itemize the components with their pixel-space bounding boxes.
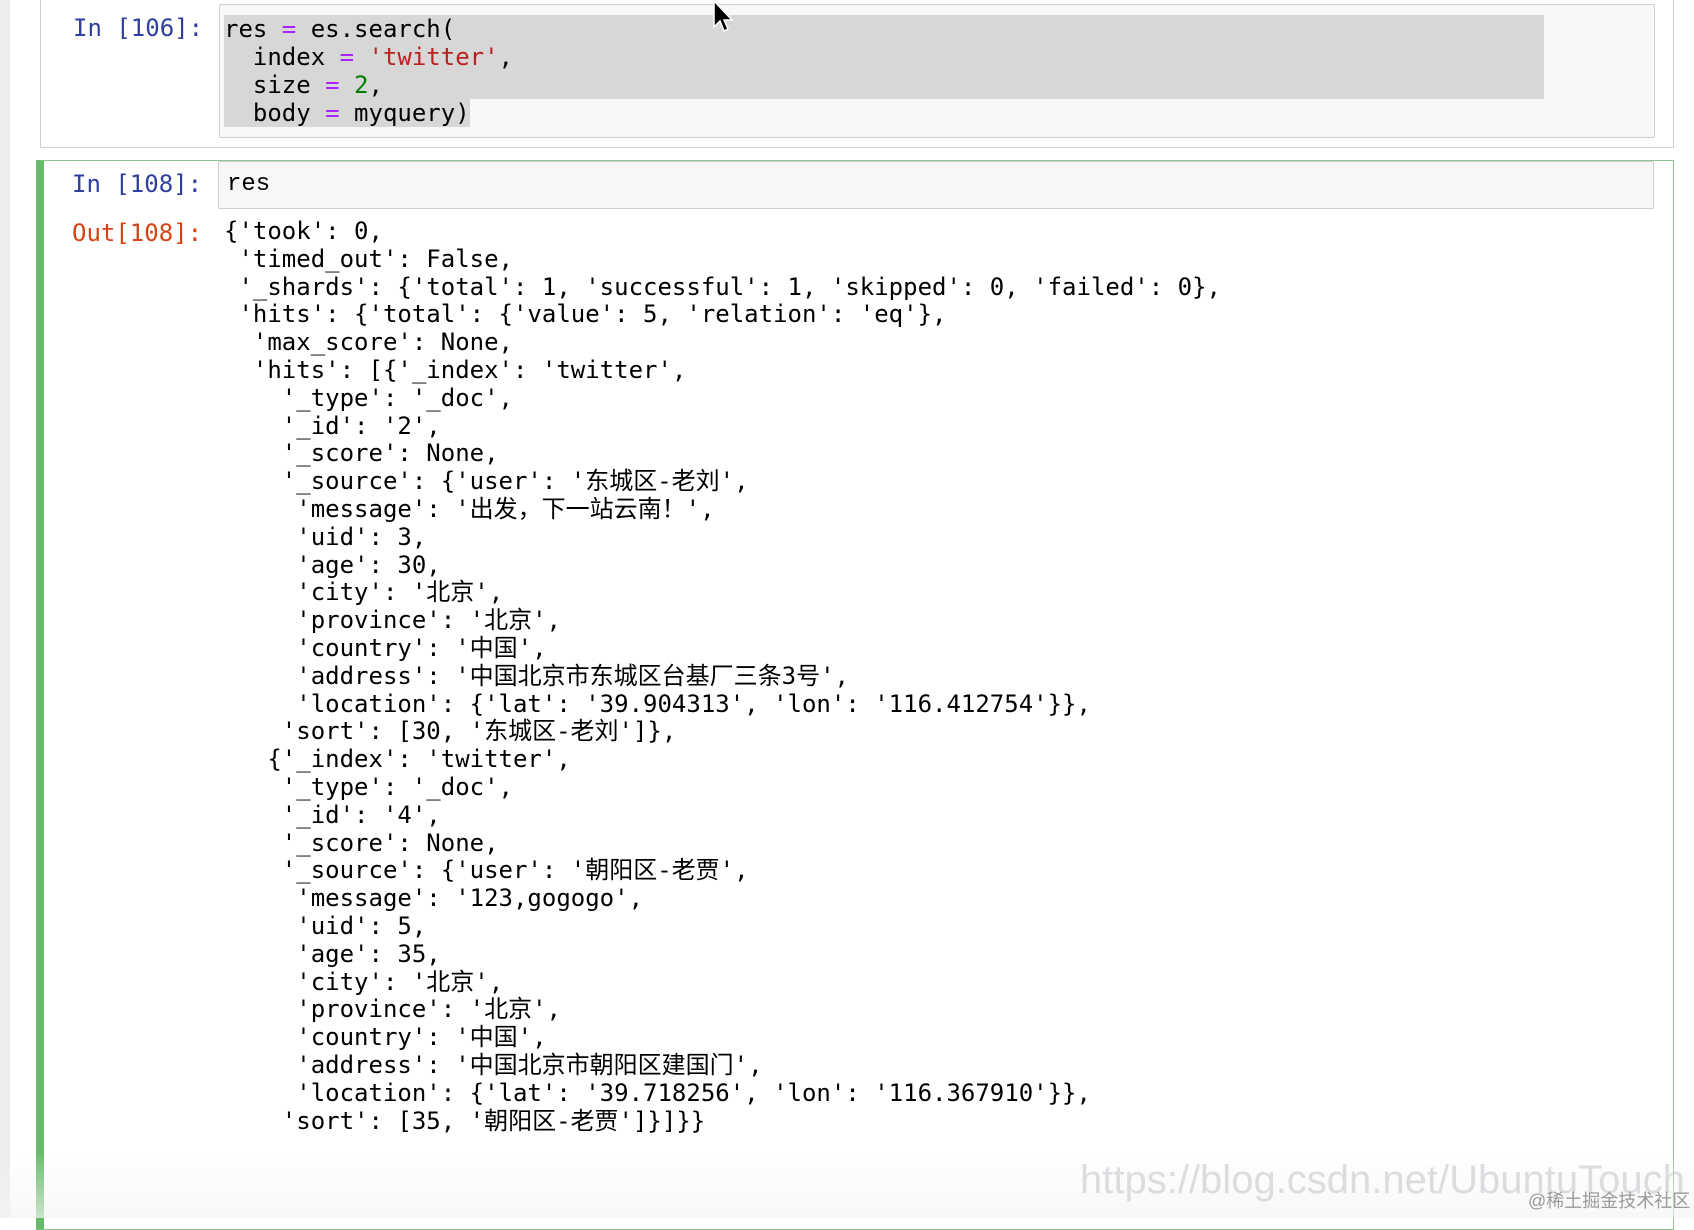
output-line: '_source': {'user': '朝阳区-老贾', [224, 856, 749, 885]
code-token: res [224, 15, 282, 43]
output-line: 'location': {'lat': '39.718256', 'lon': … [224, 1078, 1091, 1107]
code-line: index = 'twitter', [224, 43, 1544, 71]
output-line: '_type': '_doc', [224, 383, 513, 412]
watermark-community: @稀土掘金技术社区 [1528, 1191, 1691, 1211]
output-line: 'max_score': None, [224, 328, 513, 357]
code-line: size = 2, [224, 71, 1544, 99]
output-line: 'hits': [{'_index': 'twitter', [224, 355, 687, 384]
code-token: myquery) [339, 99, 470, 127]
output-line: 'address': '中国北京市东城区台基厂三条3号', [224, 661, 849, 690]
output-line: '_id': '4', [224, 800, 441, 829]
output-line: 'country': '中国', [224, 633, 547, 662]
output-line: '_source': {'user': '东城区-老刘', [224, 467, 749, 496]
output-line: '_id': '2', [224, 411, 441, 440]
output-line: 'province': '北京', [224, 606, 561, 635]
code-text: res [227, 171, 271, 198]
output-line: '_score': None, [224, 828, 499, 857]
output-prompt: Out[108]: [72, 219, 203, 247]
code-cell-108[interactable]: In [108]: res Out[108]: {'took': 0, 'tim… [36, 160, 1674, 1230]
output-line: 'city': '北京', [224, 967, 504, 996]
code-token: body [224, 99, 326, 127]
code-token: 2 [354, 71, 369, 99]
code-token: = [325, 99, 340, 127]
output-line: 'country': '中国', [224, 1023, 547, 1052]
code-token: index [224, 43, 340, 71]
page-left-gutter [0, 0, 10, 1218]
mouse-pointer-icon [713, 0, 734, 33]
output-area: {'took': 0, 'timed_out': False, '_shards… [224, 217, 1221, 1135]
output-line: 'age': 35, [224, 939, 441, 968]
output-line: 'address': '中国北京市朝阳区建国门', [224, 1050, 763, 1079]
code-cell-106[interactable]: In [106]: res = es.search( index = 'twit… [40, 0, 1674, 148]
code-token: , [368, 71, 383, 99]
code-line: res = es.search( [224, 15, 1544, 43]
code-token: 'twitter' [368, 43, 499, 71]
output-line: 'province': '北京', [224, 995, 561, 1024]
output-line: {'_index': 'twitter', [224, 745, 571, 774]
code-line: body = myquery) [224, 99, 1544, 127]
output-line: 'sort': [30, '东城区-老刘']}, [224, 717, 677, 746]
output-line: 'uid': 3, [224, 522, 427, 551]
code-editor[interactable]: res [218, 161, 1654, 209]
input-prompt: In [108]: [72, 170, 203, 198]
code-token: , [498, 43, 513, 71]
output-line: 'age': 30, [224, 550, 441, 579]
output-line: 'message': '123,gogogo', [224, 884, 644, 913]
code-token: = [339, 43, 355, 71]
output-line: 'location': {'lat': '39.904313', 'lon': … [224, 689, 1091, 718]
code-lines: res = es.search( index = 'twitter', size… [224, 15, 1544, 127]
input-prompt: In [106]: [73, 14, 204, 42]
code-token: = [325, 71, 340, 99]
output-line: 'timed_out': False, [224, 244, 513, 273]
output-line: '_score': None, [224, 439, 499, 468]
output-line: 'city': '北京', [224, 578, 504, 607]
output-line: {'took': 0, [224, 217, 383, 245]
code-token: = [281, 15, 297, 43]
output-line: 'message': '出发，下一站云南！', [224, 494, 715, 523]
output-line: '_type': '_doc', [224, 772, 513, 801]
output-line: 'hits': {'total': {'value': 5, 'relation… [224, 300, 947, 329]
code-token: size [224, 71, 326, 99]
output-line: 'sort': [35, '朝阳区-老贾']}]}} [224, 1106, 706, 1135]
code-token: es.search( [296, 15, 456, 43]
output-line: 'uid': 5, [224, 911, 427, 940]
output-line: '_shards': {'total': 1, 'successful': 1,… [224, 272, 1221, 301]
code-editor[interactable]: res = es.search( index = 'twitter', size… [219, 4, 1655, 138]
